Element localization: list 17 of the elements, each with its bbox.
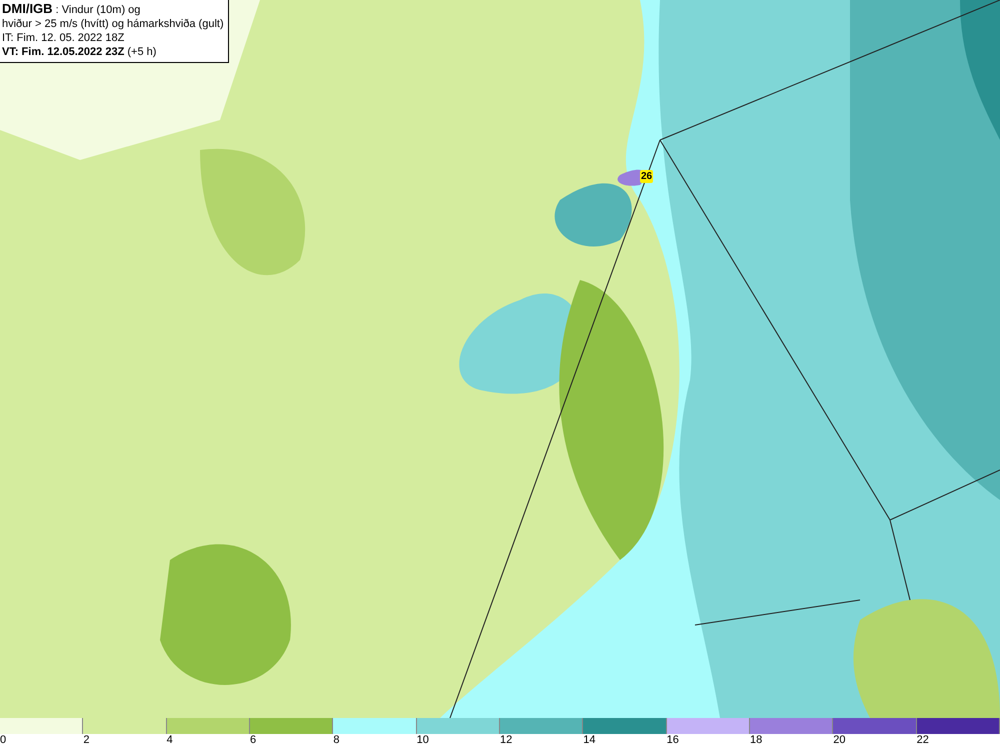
legend-label: 18	[750, 734, 762, 747]
legend-label: 2	[83, 734, 90, 747]
initial-time: IT: Fim. 12. 05. 2022 18Z	[2, 31, 126, 45]
legend-label: 22	[916, 734, 929, 747]
legend-label: 0	[0, 734, 6, 747]
legend-label: 14	[583, 734, 596, 747]
legend-label: 20	[833, 734, 846, 747]
valid-time: VT: Fim. 12.05.2022 23Z (+5 h)	[2, 45, 158, 59]
legend-label: 8	[333, 734, 340, 747]
gust-badge: 26	[640, 170, 654, 183]
legend-label: 4	[166, 734, 173, 747]
legend-label: 16	[666, 734, 679, 747]
legend-label: 12	[500, 734, 512, 747]
legend-label: 6	[250, 734, 256, 747]
legend-label: 10	[416, 734, 429, 747]
map-title: DMI/IGB : Vindur (10m) og	[2, 2, 142, 17]
map-subtitle: hviður > 25 m/s (hvítt) og hámarkshviða (gult)	[2, 17, 224, 31]
